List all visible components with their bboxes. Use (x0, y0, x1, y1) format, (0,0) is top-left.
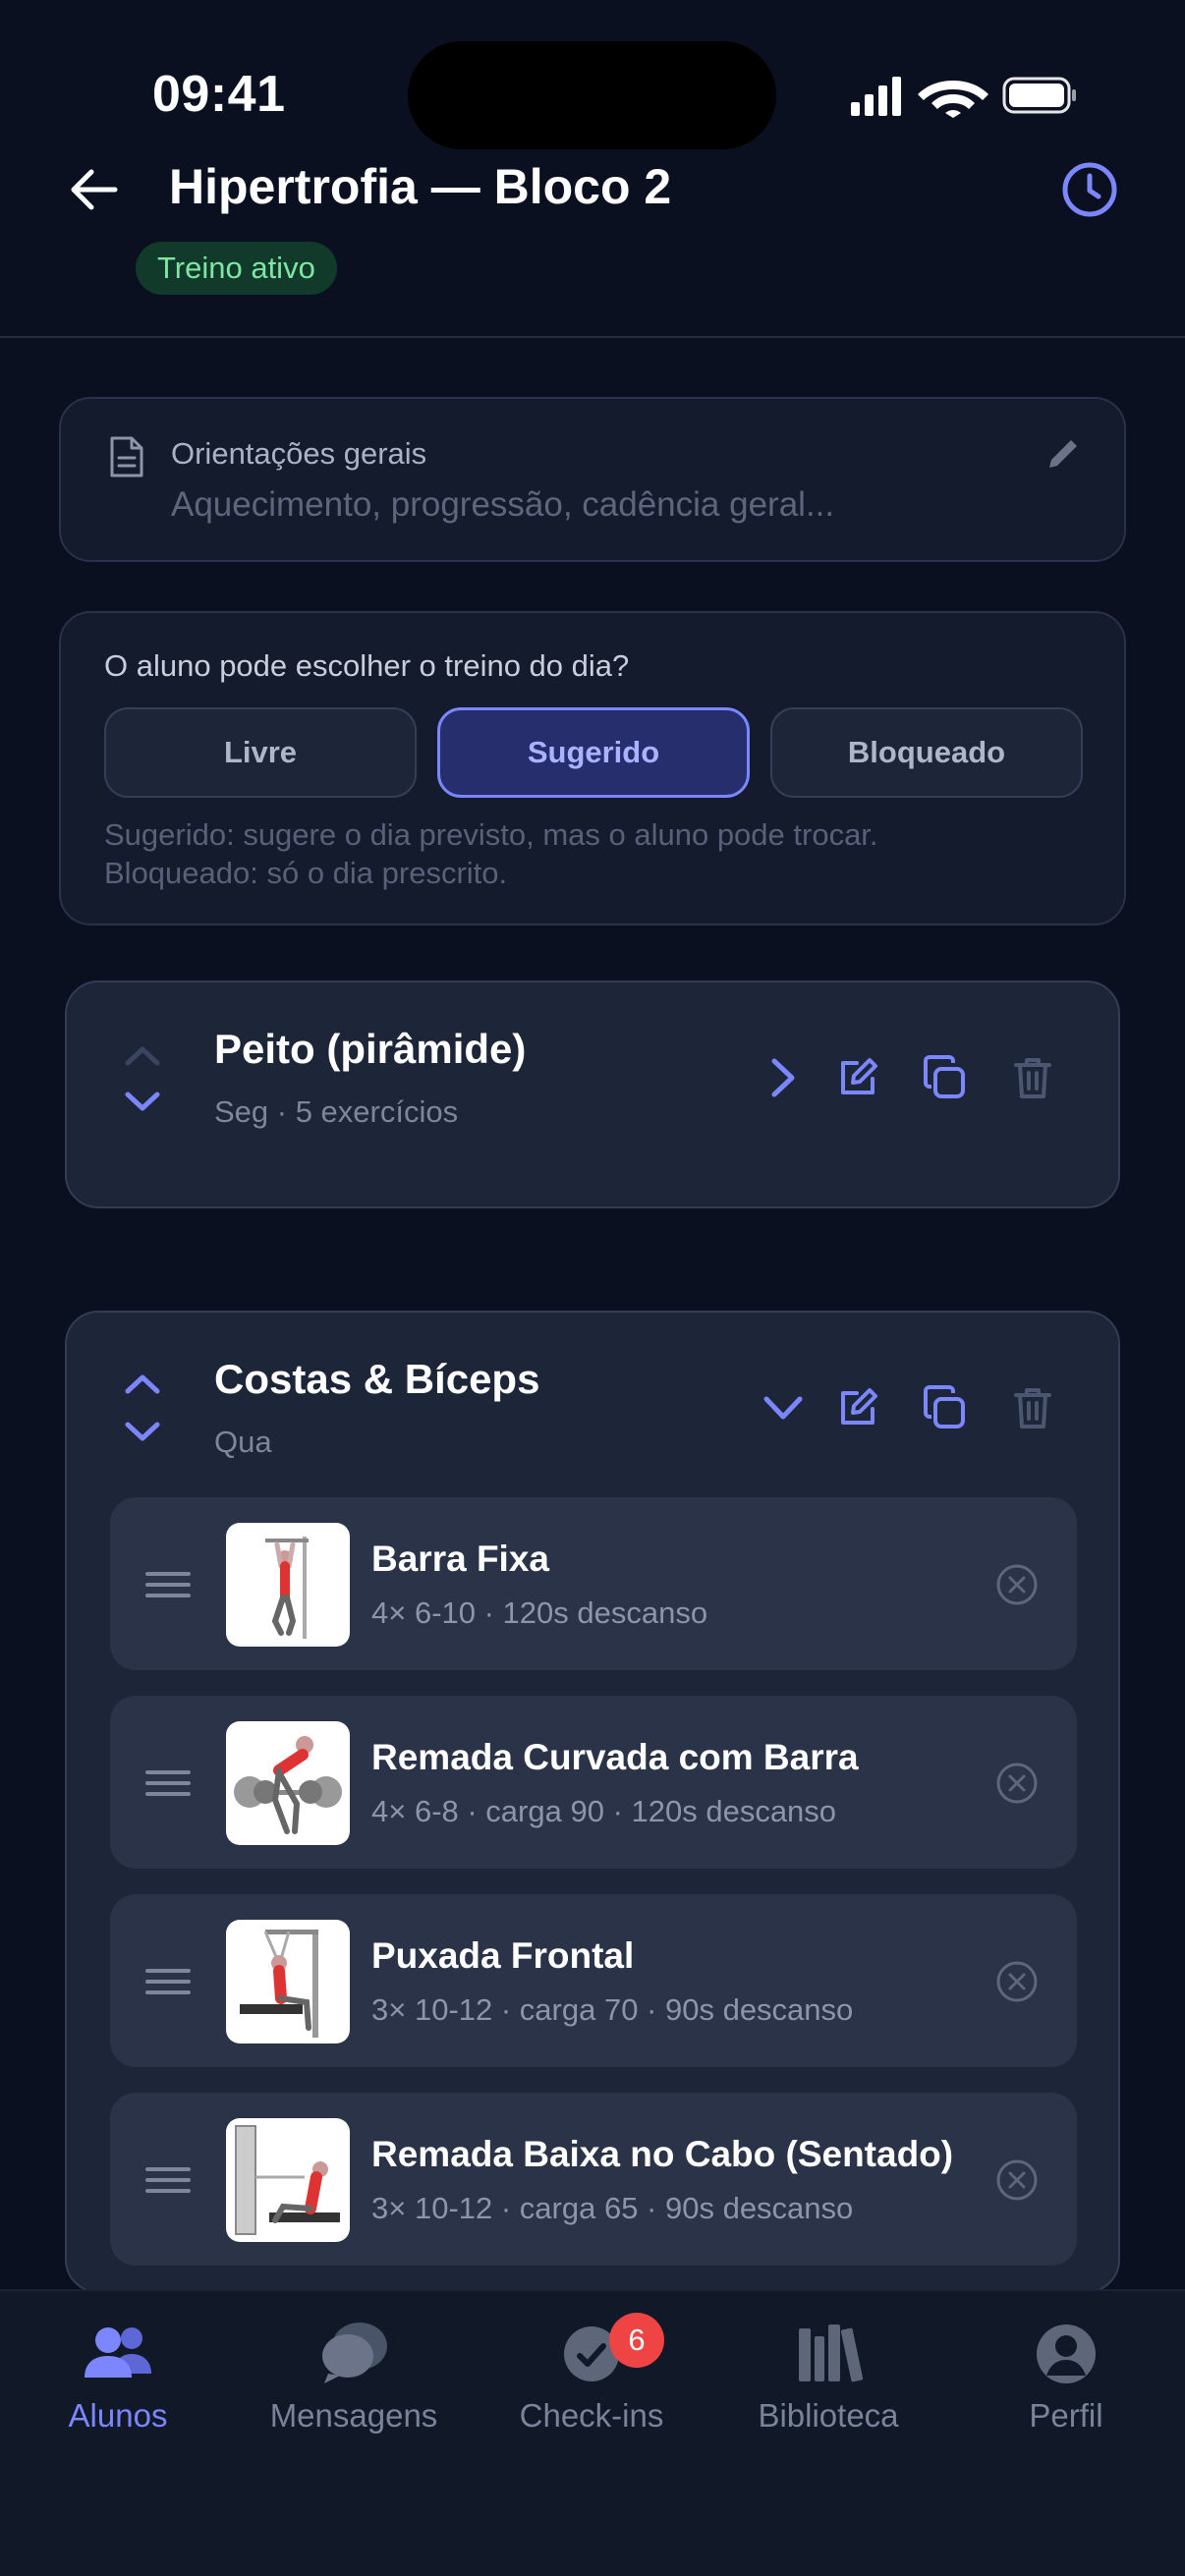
exercise-name: Remada Baixa no Cabo (Sentado) (371, 2134, 954, 2174)
move-up-icon[interactable] (120, 1368, 165, 1397)
library-icon (799, 2324, 864, 2382)
notes-label: Orientações gerais (171, 436, 427, 471)
document-icon (110, 436, 143, 477)
day-title: Costas & Bíceps (214, 1356, 540, 1402)
exercise-name: Remada Curvada com Barra (371, 1737, 859, 1777)
header-divider (0, 336, 1185, 338)
status-icons (851, 77, 1076, 118)
chat-icon (322, 2323, 387, 2383)
pencil-icon[interactable] (1042, 432, 1085, 476)
remove-circle-icon[interactable] (994, 1959, 1040, 2004)
exercise-details: 3× 10-12 · carga 65 · 90s descanso (371, 2191, 854, 2225)
tab-biblioteca[interactable]: Biblioteca (720, 2319, 936, 2466)
exercise-row[interactable]: Puxada Frontal 3× 10-12 · carga 70 · 90s… (110, 1894, 1077, 2067)
tab-mensagens[interactable]: Mensagens (246, 2319, 462, 2466)
remove-circle-icon[interactable] (994, 1562, 1040, 1607)
exercise-row[interactable]: Remada Baixa no Cabo (Sentado) 3× 10-12 … (110, 2093, 1077, 2266)
duplicate-icon[interactable] (922, 1385, 967, 1430)
mode-option-bloqueado[interactable]: Bloqueado (770, 707, 1083, 798)
workout-day-card[interactable]: Peito (pirâmide) Seg · 5 exercícios (65, 980, 1120, 1208)
exercise-name: Puxada Frontal (371, 1935, 635, 1976)
page-title: Hipertrofia — Bloco 2 (169, 159, 672, 214)
move-up-icon[interactable] (120, 1039, 165, 1069)
tab-label: Perfil (1029, 2397, 1103, 2434)
drag-handle-icon[interactable] (145, 1768, 191, 1798)
clock-icon[interactable] (1059, 159, 1120, 220)
signal-icon (851, 77, 901, 116)
tab-bar: Alunos Mensagens Check-ins 6 Biblioteca (0, 2289, 1185, 2576)
workout-day-card[interactable]: Costas & Bíceps Qua Barra Fixa 4× 6-10 ·… (65, 1311, 1120, 2293)
move-down-icon[interactable] (120, 1089, 165, 1118)
mode-help-line: Bloqueado: só o dia prescrito. (104, 856, 508, 890)
users-icon (85, 2327, 151, 2378)
general-notes-card[interactable]: Orientações gerais Aquecimento, progress… (59, 397, 1126, 562)
exercise-thumbnail (226, 1721, 350, 1845)
exercise-name: Barra Fixa (371, 1539, 549, 1579)
edit-icon[interactable] (835, 1055, 880, 1100)
day-choice-question: O aluno pode escolher o treino do dia? (104, 648, 630, 683)
tab-label: Check-ins (519, 2397, 664, 2434)
status-badge: Treino ativo (136, 242, 337, 295)
duplicate-icon[interactable] (922, 1055, 967, 1100)
exercise-thumbnail (226, 1523, 350, 1647)
battery-icon (1002, 77, 1076, 114)
edit-icon[interactable] (835, 1385, 880, 1430)
drag-handle-icon[interactable] (145, 2165, 191, 2195)
tab-perfil[interactable]: Perfil (958, 2319, 1174, 2466)
chevron-down-icon[interactable] (761, 1385, 806, 1430)
trash-icon[interactable] (1010, 1385, 1055, 1430)
move-down-icon[interactable] (120, 1419, 165, 1448)
mode-option-sugerido[interactable]: Sugerido (437, 707, 750, 798)
exercise-thumbnail (226, 2118, 350, 2242)
mode-help-text: Sugerido: sugere o dia previsto, mas o a… (104, 815, 878, 892)
exercise-row[interactable]: Barra Fixa 4× 6-10 · 120s descanso (110, 1497, 1077, 1670)
chevron-right-icon[interactable] (761, 1055, 806, 1100)
drag-handle-icon[interactable] (145, 1570, 191, 1599)
exercise-details: 4× 6-10 · 120s descanso (371, 1596, 708, 1630)
day-subtitle: Qua (214, 1425, 272, 1459)
profile-icon (1037, 2324, 1096, 2383)
wifi-icon (918, 81, 988, 118)
arrow-left-icon (71, 169, 118, 210)
mode-help-line: Sugerido: sugere o dia previsto, mas o a… (104, 817, 878, 852)
tab-label: Alunos (68, 2397, 168, 2434)
exercise-details: 4× 6-8 · carga 90 · 120s descanso (371, 1794, 837, 1828)
day-title: Peito (pirâmide) (214, 1026, 527, 1072)
drag-handle-icon[interactable] (145, 1967, 191, 1996)
back-button[interactable] (61, 157, 126, 222)
status-time: 09:41 (152, 66, 286, 123)
exercise-details: 3× 10-12 · carga 70 · 90s descanso (371, 1992, 854, 2027)
day-choice-card: O aluno pode escolher o treino do dia? L… (59, 611, 1126, 925)
day-subtitle: Seg · 5 exercícios (214, 1094, 459, 1129)
tab-label: Mensagens (269, 2397, 438, 2434)
tab-label: Biblioteca (758, 2397, 899, 2434)
exercise-row[interactable]: Remada Curvada com Barra 4× 6-8 · carga … (110, 1696, 1077, 1869)
mode-option-livre[interactable]: Livre (104, 707, 417, 798)
notification-badge: 6 (609, 2313, 664, 2368)
notes-input[interactable]: Aquecimento, progressão, cadência geral.… (171, 485, 834, 525)
exercise-thumbnail (226, 1920, 350, 2044)
tab-check-ins[interactable]: Check-ins 6 (483, 2313, 700, 2466)
tab-alunos[interactable]: Alunos (10, 2319, 226, 2466)
remove-circle-icon[interactable] (994, 2157, 1040, 2203)
remove-circle-icon[interactable] (994, 1761, 1040, 1806)
trash-icon[interactable] (1010, 1055, 1055, 1100)
dynamic-island (408, 41, 776, 149)
